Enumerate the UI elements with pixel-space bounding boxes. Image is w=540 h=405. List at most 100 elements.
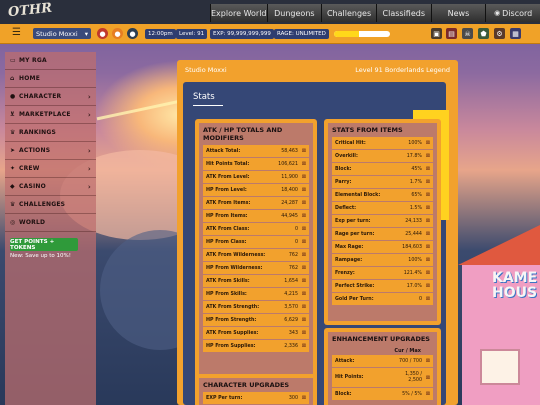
stat-label: Overkill: [335,153,358,159]
sidebar-item-crew[interactable]: ✦ CREW › [5,160,96,178]
stat-label: HP From Class: [206,239,247,245]
info-icon[interactable]: ⊠ [298,265,306,271]
info-icon[interactable]: ⊠ [298,291,306,297]
character-select[interactable]: Studio Moxxi ▾ [33,28,91,39]
panel-title: Studio Moxxi [185,66,227,74]
card-icon[interactable]: ▦ [510,28,521,39]
sidebar-item-challenges[interactable]: ♛ CHALLENGES [5,196,96,214]
swirl-icon[interactable]: ● [112,28,123,39]
info-icon[interactable]: ⊠ [298,304,306,310]
top-bar: OTHR Explore World Dungeons Challenges C… [0,0,540,24]
stat-label: EXP Per turn: [206,395,243,401]
shield-icon[interactable]: ⬟ [478,28,489,39]
sidebar-item-world[interactable]: ◎ WORLD [5,214,96,232]
enhancement-table-header: Cur / Max [332,346,433,355]
info-icon[interactable]: ⊠ [298,317,306,323]
info-icon[interactable]: ⊠ [422,244,430,250]
skull-icon[interactable]: ☠ [462,28,473,39]
info-icon[interactable]: ⊠ [422,375,430,381]
stat-value: 6,629 [284,317,298,323]
info-icon[interactable]: ⊠ [298,200,306,206]
stat-label: Hit Points Total: [206,161,250,167]
stat-row: Block: 45% ⊠ [332,163,433,175]
sidebar-item-my-rga[interactable]: ▭ MY RGA [5,52,96,70]
info-icon[interactable]: ⊠ [298,252,306,258]
info-icon[interactable]: ⊠ [422,231,430,237]
info-icon[interactable]: ⊠ [298,148,306,154]
stat-row: Deflect: 1.5% ⊠ [332,202,433,214]
stat-row: ATK From Items: 24,287 ⊠ [203,197,309,209]
info-icon[interactable]: ⊠ [422,140,430,146]
sidebar-item-label: CHARACTER [19,93,62,100]
home-icon: ⌂ [10,75,15,82]
fire-icon[interactable]: ● [97,28,108,39]
stats-from-items-card: STATS FROM ITEMS Critical Hit: 100% ⊠ Overk… [324,119,441,325]
info-icon[interactable]: ⊠ [298,343,306,349]
sidebar-item-rankings[interactable]: ♛ RANKINGS [5,124,96,142]
sidebar-item-actions[interactable]: ➤ ACTIONS › [5,142,96,160]
info-icon[interactable]: ⊠ [422,153,430,159]
get-points-button[interactable]: GET POINTS + TOKENS [10,238,78,251]
casino-icon: ◆ [10,183,15,190]
info-icon[interactable]: ⊠ [422,192,430,198]
nav-dungeons[interactable]: Dungeons [266,4,322,22]
stat-value: 762 [288,252,298,258]
gear-icon[interactable]: ⚙ [494,28,505,39]
stat-row: EXP Per turn: 300 ⊠ [203,392,309,404]
stat-label: Gold Per Turn: [335,296,374,302]
stat-value: 44,945 [281,213,298,219]
house-sign-line-2: HOUS [492,285,538,301]
info-icon[interactable]: ⊠ [422,166,430,172]
info-icon[interactable]: ⊠ [298,239,306,245]
stat-value: 17.0% [406,283,422,289]
menu-icon[interactable]: ☰ [12,28,21,38]
nav-challenges[interactable]: Challenges [321,4,376,22]
nav-explore-world[interactable]: Explore World [210,4,267,22]
info-icon[interactable]: ⊠ [422,257,430,263]
info-icon[interactable]: ⊠ [298,161,306,167]
sidebar-item-home[interactable]: ⌂ HOME [5,70,96,88]
info-icon[interactable]: ⊠ [298,187,306,193]
stat-value: 3,570 [284,304,298,310]
info-icon[interactable]: ⊠ [422,296,430,302]
info-icon[interactable]: ⊠ [298,395,306,401]
stat-value: 5% / 5% [402,391,422,397]
info-icon[interactable]: ⊠ [422,391,430,397]
info-icon[interactable]: ⊠ [422,283,430,289]
info-icon[interactable]: ⊠ [298,278,306,284]
info-icon[interactable]: ⊠ [298,174,306,180]
info-icon[interactable]: ⊠ [422,179,430,185]
nav-news[interactable]: News [430,4,486,22]
house-window [480,349,520,385]
info-icon[interactable]: ⊠ [298,226,306,232]
stat-value: 24,287 [281,200,298,206]
status-toolbar: ☰ Studio Moxxi ▾ ● ● ● 12:00pm Level: 91… [0,24,540,44]
info-icon[interactable]: ⊠ [422,270,430,276]
stat-value: 11,900 [281,174,298,180]
character-select-value: Studio Moxxi [36,29,78,38]
info-icon[interactable]: ⊠ [298,330,306,336]
atk-hp-rows: Attack Total: 58,463 ⊠ Hit Points Total: 106… [199,145,313,352]
bomb-icon[interactable]: ● [127,28,138,39]
stat-row: Max Rage: 184,603 ⊠ [332,241,433,253]
info-icon[interactable]: ⊠ [422,218,430,224]
nav-discord[interactable]: ◉ Discord [485,4,540,22]
info-icon[interactable]: ⊠ [422,205,430,211]
nav-classifieds[interactable]: Classifieds [375,4,431,22]
sidebar-item-casino[interactable]: ◆ CASINO › [5,178,96,196]
stat-label: HP From Level: [206,187,247,193]
stat-label: HP From Items: [206,213,248,219]
info-icon[interactable]: ⊠ [298,213,306,219]
stat-label: HP From Strength: [206,317,257,323]
site-logo[interactable]: OTHR [7,1,52,21]
sidebar-item-character[interactable]: ● CHARACTER › [5,88,96,106]
sidebar-item-marketplace[interactable]: ⊻ MARKETPLACE › [5,106,96,124]
chevron-right-icon: › [87,110,91,119]
book-icon[interactable]: ▤ [446,28,457,39]
card-title: STATS FROM ITEMS [332,126,403,134]
inventory-icon[interactable]: ▣ [431,28,442,39]
column-header-cur-max: Cur / Max [394,347,421,354]
info-icon[interactable]: ⊠ [422,358,430,364]
stat-label: ATK From Wilderness: [206,252,266,258]
sidebar-item-label: MARKETPLACE [19,111,71,118]
